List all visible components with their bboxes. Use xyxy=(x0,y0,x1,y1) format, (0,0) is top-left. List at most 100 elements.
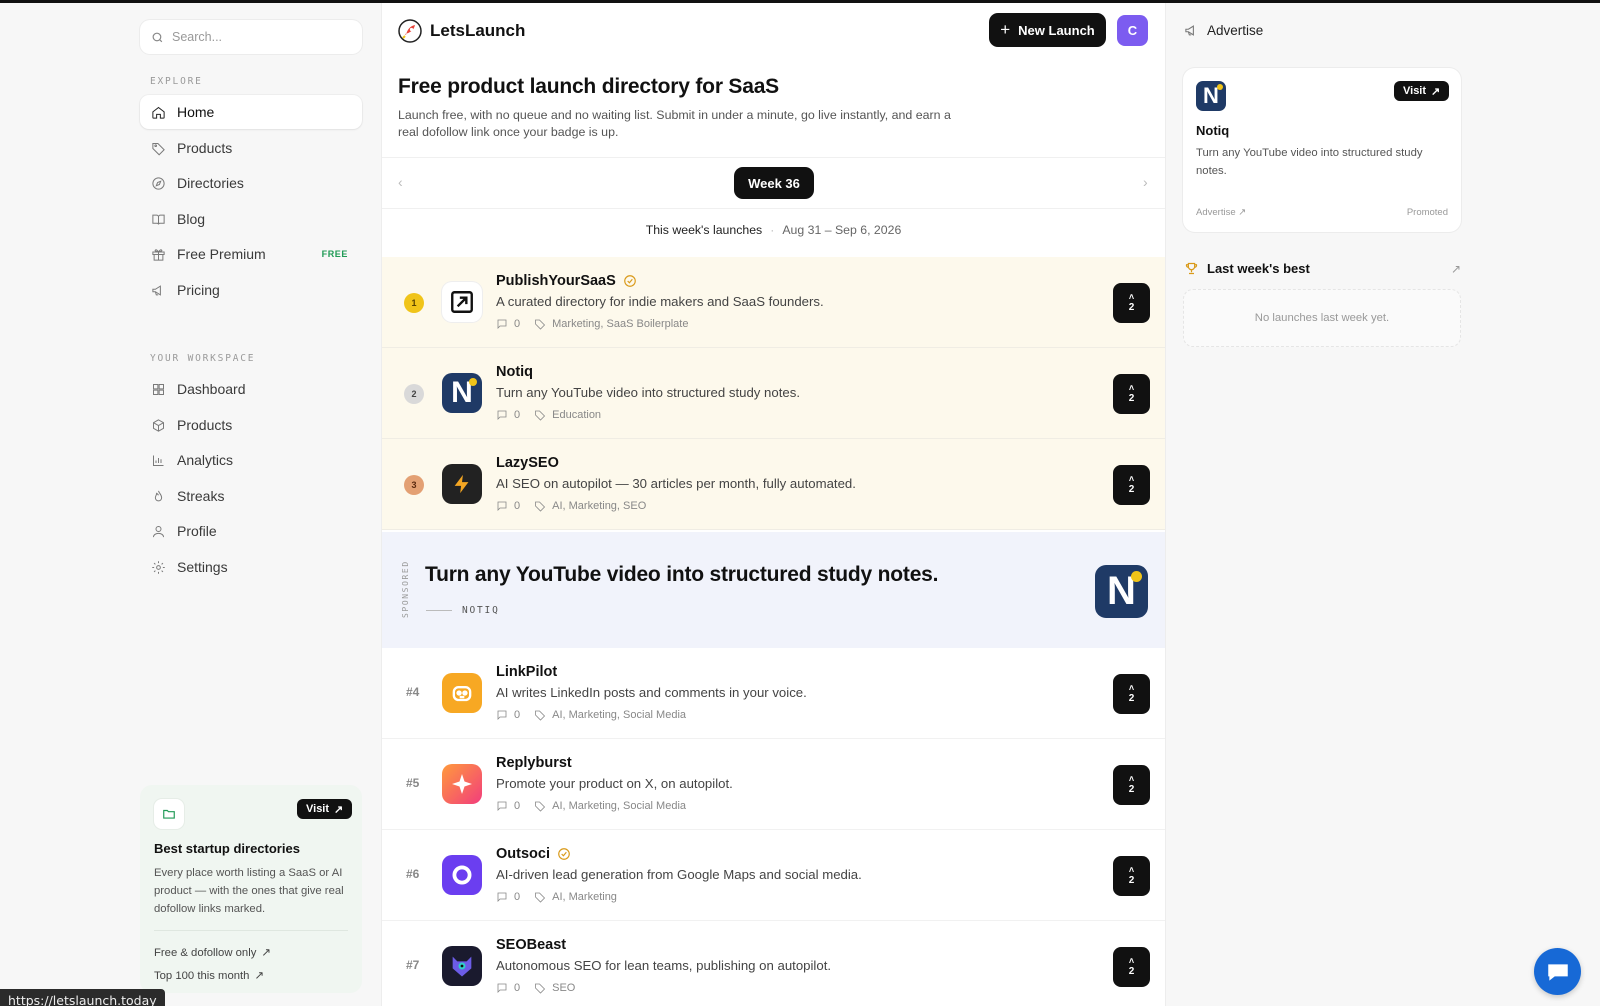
sidebar-item-streaks[interactable]: Streaks xyxy=(140,479,362,513)
page-title: Free product launch directory for SaaS xyxy=(398,75,779,98)
status-url-bar: https://letslaunch.today xyxy=(0,989,165,1006)
sponsored-brand: NOTIQ xyxy=(426,605,500,616)
free-badge: FREE xyxy=(321,249,348,259)
megaphone-icon xyxy=(152,284,161,296)
launch-row[interactable]: #6 Outsoci AI-driven lead generation fro… xyxy=(382,830,1165,921)
comment-icon xyxy=(497,501,507,511)
upvote-button[interactable]: ˄ 2 xyxy=(1113,674,1150,714)
sidebar-item-label: Streaks xyxy=(177,488,225,504)
sidebar-item-products[interactable]: Products xyxy=(140,131,362,165)
upvote-button[interactable]: ˄ 2 xyxy=(1113,856,1150,896)
upvote-button[interactable]: ˄ 2 xyxy=(1113,465,1150,505)
flame-icon xyxy=(154,490,163,501)
gift-icon xyxy=(152,248,165,261)
avatar[interactable]: C xyxy=(1117,15,1148,46)
app-name[interactable]: LinkPilot xyxy=(496,664,557,680)
tag-icon xyxy=(535,410,546,421)
sidebar-item-label: Profile xyxy=(177,523,217,539)
book-icon xyxy=(152,214,165,225)
advertise-card[interactable]: N Visit ↗ Notiq Turn any YouTube video i… xyxy=(1183,68,1461,232)
search-input[interactable] xyxy=(172,30,352,44)
notiq-logo-icon: N xyxy=(1196,81,1226,111)
launch-row[interactable]: 3 LazySEO AI SEO on autopilot — 30 artic… xyxy=(382,439,1165,530)
sidebar-item-profile[interactable]: Profile xyxy=(140,514,362,548)
chat-widget-button[interactable] xyxy=(1534,948,1581,995)
launch-row[interactable]: #7 SEOBeast Autonomous SEO for lean team… xyxy=(382,921,1165,1006)
search-box[interactable] xyxy=(140,20,362,54)
ad-description: Turn any YouTube video into structured s… xyxy=(1196,147,1423,177)
chevron-left-icon[interactable]: ‹ xyxy=(398,174,403,190)
sidebar-item-workspace-products[interactable]: Products xyxy=(140,408,362,442)
main-content: LetsLaunch + New Launch C Free product l… xyxy=(381,3,1166,1006)
sidebar-item-analytics[interactable]: Analytics xyxy=(140,443,362,477)
free-dofollow-link[interactable]: Free & dofollow only ↗ xyxy=(154,941,348,964)
folder-icon xyxy=(154,799,184,829)
top-100-link[interactable]: Top 100 this month ↗ xyxy=(154,964,348,987)
chevron-up-icon: ˄ xyxy=(1128,292,1135,302)
launch-row[interactable]: #4 LinkPilot AI writes LinkedIn posts an… xyxy=(382,648,1165,739)
tag-icon xyxy=(535,983,546,994)
tag-icon xyxy=(535,319,546,330)
arrow-up-right-icon: ↗ xyxy=(334,803,344,816)
rank-number: #7 xyxy=(406,958,420,972)
arrow-up-right-icon: ↗ xyxy=(1431,85,1441,98)
week-selector[interactable]: Week 36 xyxy=(734,167,814,199)
divider xyxy=(154,930,348,931)
app-name[interactable]: Replyburst xyxy=(496,755,572,771)
app-name[interactable]: Notiq xyxy=(496,364,533,380)
trophy-icon xyxy=(1185,262,1198,275)
advertise-link[interactable]: Advertise ↗ xyxy=(1196,207,1246,218)
upvote-button[interactable]: ˄ 2 xyxy=(1113,283,1150,323)
upvote-button[interactable]: ˄ 2 xyxy=(1113,374,1150,414)
comment-icon xyxy=(497,892,507,902)
week-navigator: ‹ Week 36 › xyxy=(382,157,1165,209)
sparkle-icon xyxy=(442,764,482,804)
app-name[interactable]: Outsoci xyxy=(496,846,571,862)
chevron-right-icon[interactable]: › xyxy=(1143,174,1148,190)
brand-logo[interactable]: LetsLaunch xyxy=(398,19,525,43)
tag-icon xyxy=(152,142,165,155)
sidebar-item-label: Products xyxy=(177,140,233,156)
chevron-up-icon: ˄ xyxy=(1128,956,1135,966)
app-name[interactable]: PublishYourSaaS xyxy=(496,273,637,289)
app-meta: 0 AI, Marketing, Social Media xyxy=(496,709,686,721)
sidebar-item-settings[interactable]: Settings xyxy=(140,550,362,584)
sidebar-item-label: Analytics xyxy=(177,452,234,468)
ad-visit-button[interactable]: Visit ↗ xyxy=(1394,81,1450,101)
grid-icon xyxy=(153,383,164,395)
sidebar-item-label: Home xyxy=(177,104,215,120)
upvote-button[interactable]: ˄ 2 xyxy=(1113,947,1150,987)
sidebar-item-home[interactable]: Home xyxy=(140,95,362,129)
user-icon xyxy=(153,525,164,537)
advertise-heading[interactable]: Advertise xyxy=(1184,23,1263,38)
upvote-button[interactable]: ˄ 2 xyxy=(1113,765,1150,805)
sidebar-item-free-premium[interactable]: Free Premium FREE xyxy=(140,237,362,271)
comment-icon xyxy=(497,983,507,993)
sidebar-item-pricing[interactable]: Pricing xyxy=(140,273,362,307)
sidebar-item-dashboard[interactable]: Dashboard xyxy=(140,372,362,406)
last-week-heading[interactable]: Last week's best ↗ xyxy=(1184,261,1461,276)
promo-visit-button[interactable]: Visit ↗ xyxy=(297,799,353,819)
sidebar-item-label: Dashboard xyxy=(177,381,246,397)
app-name[interactable]: SEOBeast xyxy=(496,937,566,953)
brand-name: LetsLaunch xyxy=(430,21,526,40)
sidebar-item-directories[interactable]: Directories xyxy=(140,166,362,200)
beast-icon xyxy=(442,946,482,986)
sponsored-banner[interactable]: SPONSORED Turn any YouTube video into st… xyxy=(382,532,1165,648)
sidebar-item-blog[interactable]: Blog xyxy=(140,202,362,236)
arrow-up-right-icon[interactable]: ↗ xyxy=(1451,262,1461,276)
app-name[interactable]: LazySEO xyxy=(496,455,559,471)
launch-row[interactable]: 2 N Notiq Turn any YouTube video into st… xyxy=(382,348,1165,439)
sidebar-item-label: Products xyxy=(177,417,233,433)
new-launch-button[interactable]: + New Launch xyxy=(989,13,1106,47)
directories-promo-card[interactable]: Visit ↗ Best startup directories Every p… xyxy=(140,785,362,993)
app-description: AI SEO on autopilot — 30 articles per mo… xyxy=(496,476,856,491)
chevron-up-icon: ˄ xyxy=(1128,774,1135,784)
launch-row[interactable]: #5 Replyburst Promote your product on X,… xyxy=(382,739,1165,830)
rocket-logo-icon xyxy=(398,19,422,43)
bar-chart-icon xyxy=(153,455,164,466)
arrow-box-icon xyxy=(442,282,482,322)
launch-row[interactable]: 1 PublishYourSaaS A curated directory fo… xyxy=(382,257,1165,348)
notiq-logo-icon: N xyxy=(1095,565,1148,618)
app-meta: 0 Marketing, SaaS Boilerplate xyxy=(496,318,688,330)
